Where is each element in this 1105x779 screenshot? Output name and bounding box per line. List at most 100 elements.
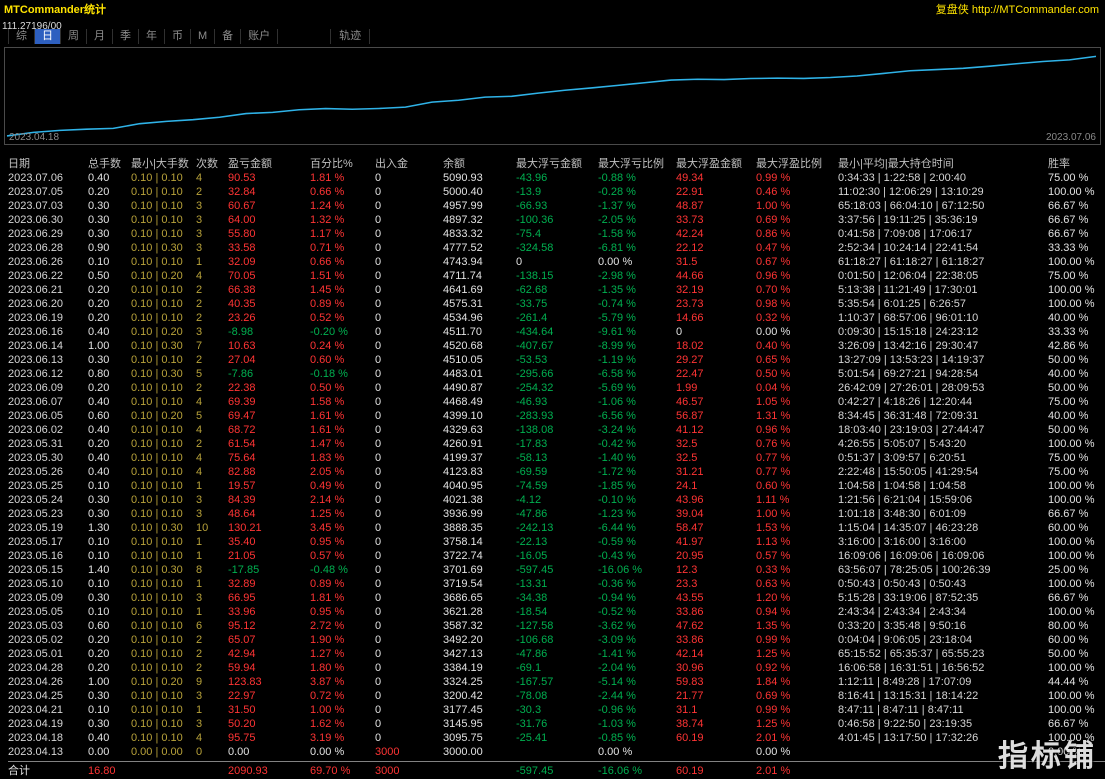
table-row[interactable]: 2023.05.23 0.30 0.10 | 0.10 3 48.64 1.25 % 0 39…: [8, 507, 1105, 521]
table-row[interactable]: 2023.05.05 0.10 0.10 | 0.10 1 33.96 0.95 % 0 36…: [8, 605, 1105, 619]
table-row[interactable]: 2023.05.26 0.40 0.10 | 0.10 4 82.88 2.05 % 0 41…: [8, 465, 1105, 479]
cell-win-rate: 80.00 %: [1048, 620, 1089, 632]
table-row[interactable]: 2023.05.10 0.10 0.10 | 0.10 1 32.89 0.89 % 0 37…: [8, 577, 1105, 591]
menu-tab-9[interactable]: 备: [215, 29, 242, 44]
cell-max-float-loss-pct: -1.41 %: [598, 648, 636, 660]
cell-win-rate: 40.00 %: [1048, 410, 1089, 422]
cell-balance: 3758.14: [443, 536, 483, 548]
table-row[interactable]: 2023.06.12 0.80 0.10 | 0.30 5 -7.86 -0.18 % 0 4…: [8, 367, 1105, 381]
table-row[interactable]: 2023.06.07 0.40 0.10 | 0.10 4 69.39 1.58 % 0 44…: [8, 395, 1105, 409]
cell-max-float-profit: 31.21: [676, 466, 704, 478]
table-row[interactable]: 2023.06.19 0.20 0.10 | 0.10 2 23.26 0.52 % 0 45…: [8, 311, 1105, 325]
table-row[interactable]: 2023.06.22 0.50 0.10 | 0.20 4 70.05 1.51 % 0 47…: [8, 269, 1105, 283]
table-row[interactable]: 2023.06.02 0.40 0.10 | 0.10 4 68.72 1.61 % 0 43…: [8, 423, 1105, 437]
table-row[interactable]: 2023.07.05 0.20 0.10 | 0.10 2 32.84 0.66 % 0 50…: [8, 185, 1105, 199]
total-max-float-loss: -597.45: [516, 765, 554, 777]
cell-max-float-profit: 31.5: [676, 256, 698, 268]
cell-total-lots: 0.10: [88, 480, 110, 492]
cell-pnl: 27.04: [228, 354, 256, 366]
col-header-win-rate[interactable]: 胜率: [1048, 157, 1105, 171]
table-row[interactable]: 2023.06.09 0.20 0.10 | 0.10 2 22.38 0.50 % 0 44…: [8, 381, 1105, 395]
cell-date: 2023.06.30: [8, 214, 64, 226]
col-header-count[interactable]: 次数: [196, 157, 228, 171]
table-row[interactable]: 2023.06.26 0.10 0.10 | 0.10 1 32.09 0.66 % 0 47…: [8, 255, 1105, 269]
table-row[interactable]: 2023.04.13 0.00 0.00 | 0.00 0 0.00 0.00 % 3000…: [8, 745, 1105, 759]
col-header-total-lots[interactable]: 总手数: [88, 157, 131, 171]
table-row[interactable]: 2023.05.09 0.30 0.10 | 0.10 3 66.95 1.81 % 0 36…: [8, 591, 1105, 605]
col-header-pct[interactable]: 百分比%: [310, 157, 375, 171]
cell-hold-time: 2:52:34 | 10:24:14 | 22:41:54: [838, 242, 979, 254]
menu-tab-10[interactable]: 账户: [241, 29, 279, 44]
cell-total-lots: 0.10: [88, 536, 110, 548]
col-header-cashflow[interactable]: 出入金: [375, 157, 443, 171]
table-row[interactable]: 2023.05.01 0.20 0.10 | 0.10 2 42.94 1.27 % 0 34…: [8, 647, 1105, 661]
menu-tab-4[interactable]: 月: [87, 29, 113, 44]
table-row[interactable]: 2023.06.14 1.00 0.10 | 0.30 7 10.63 0.24 % 0 45…: [8, 339, 1105, 353]
table-row[interactable]: 2023.06.29 0.30 0.10 | 0.10 3 55.80 1.17 % 0 48…: [8, 227, 1105, 241]
table-row[interactable]: 2023.04.21 0.10 0.10 | 0.10 1 31.50 1.00 % 0 31…: [8, 703, 1105, 717]
col-header-pnl[interactable]: 盈亏金额: [228, 157, 310, 171]
cell-balance: 4711.74: [443, 270, 482, 282]
col-header-min-max-lots[interactable]: 最小|大手数: [131, 157, 196, 171]
table-row[interactable]: 2023.06.13 0.30 0.10 | 0.10 2 27.04 0.60 % 0 45…: [8, 353, 1105, 367]
table-row[interactable]: 2023.04.19 0.30 0.10 | 0.10 3 50.20 1.62 % 0 31…: [8, 717, 1105, 731]
col-header-date[interactable]: 日期: [8, 157, 88, 171]
cell-max-float-loss-pct: -5.79 %: [598, 312, 636, 324]
menu-tab-6[interactable]: 年: [139, 29, 165, 44]
cell-min-max-lots: 0.10 | 0.10: [131, 648, 183, 660]
table-row[interactable]: 2023.06.16 0.40 0.10 | 0.20 3 -8.98 -0.20 % 0 4…: [8, 325, 1105, 339]
cell-pct: 0.89 %: [310, 578, 345, 590]
table-row[interactable]: 2023.05.25 0.10 0.10 | 0.10 1 19.57 0.49 % 0 40…: [8, 479, 1105, 493]
cell-max-float-loss: -13.9: [516, 186, 542, 198]
menu-tab-3[interactable]: 周: [61, 29, 87, 44]
table-row[interactable]: 2023.06.28 0.90 0.10 | 0.30 3 33.58 0.71 % 0 47…: [8, 241, 1105, 255]
table-row[interactable]: 2023.07.06 0.40 0.10 | 0.10 4 90.53 1.81 % 0 50…: [8, 171, 1105, 185]
cell-total-lots: 0.40: [88, 452, 110, 464]
col-header-max-float-loss-pct[interactable]: 最大浮亏比例: [598, 157, 676, 171]
cell-count: 2: [196, 662, 203, 674]
col-header-max-float-loss[interactable]: 最大浮亏金额: [516, 157, 598, 171]
cell-pct: 0.57 %: [310, 550, 345, 562]
menu-tabs: 综日周月季年币 M 备账户: [8, 29, 279, 44]
brand-link[interactable]: 复盘侠 http://MTCommander.com: [936, 1, 1099, 17]
menu-tab-5[interactable]: 季: [113, 29, 139, 44]
cell-pnl: 61.54: [228, 438, 256, 450]
table-row[interactable]: 2023.04.28 0.20 0.10 | 0.10 2 59.94 1.80 % 0 33…: [8, 661, 1105, 675]
cell-min-max-lots: 0.10 | 0.30: [131, 368, 183, 380]
cell-balance: 4260.91: [443, 438, 483, 450]
table-row[interactable]: 2023.05.24 0.30 0.10 | 0.10 3 84.39 2.14 % 0 40…: [8, 493, 1105, 507]
cell-count: 4: [196, 732, 203, 744]
table-row[interactable]: 2023.04.25 0.30 0.10 | 0.10 3 22.97 0.72 % 0 32…: [8, 689, 1105, 703]
menu-tab-trail[interactable]: 轨迹: [330, 29, 371, 44]
menu-tab-8[interactable]: M: [191, 29, 216, 44]
col-header-hold-time[interactable]: 最小|平均|最大持仓时间: [838, 157, 1048, 171]
menu-tab-7[interactable]: 币: [165, 29, 191, 44]
col-header-balance[interactable]: 余额: [443, 157, 516, 171]
table-row[interactable]: 2023.06.21 0.20 0.10 | 0.10 2 66.38 1.45 % 0 46…: [8, 283, 1105, 297]
table-row[interactable]: 2023.06.30 0.30 0.10 | 0.10 3 64.00 1.32 % 0 48…: [8, 213, 1105, 227]
table-row[interactable]: 2023.05.31 0.20 0.10 | 0.10 2 61.54 1.47 % 0 42…: [8, 437, 1105, 451]
table-row[interactable]: 2023.07.03 0.30 0.10 | 0.10 3 60.67 1.24 % 0 49…: [8, 199, 1105, 213]
menu-bar: 综日周月季年币 M 备账户 轨迹: [0, 28, 1105, 45]
table-row[interactable]: 2023.05.19 1.30 0.10 | 0.30 10 130.21 3.45 % 0…: [8, 521, 1105, 535]
col-header-max-float-profit-pct[interactable]: 最大浮盈比例: [756, 157, 838, 171]
table-row[interactable]: 2023.06.05 0.60 0.10 | 0.20 5 69.47 1.61 % 0 43…: [8, 409, 1105, 423]
cell-max-float-profit-pct: 1.00 %: [756, 200, 791, 212]
table-row[interactable]: 2023.06.20 0.20 0.10 | 0.10 2 40.35 0.89 % 0 45…: [8, 297, 1105, 311]
table-row[interactable]: 2023.04.18 0.40 0.10 | 0.10 4 95.75 3.19 % 0 30…: [8, 731, 1105, 745]
menu-tab-1[interactable]: 综: [8, 29, 35, 44]
cell-pnl: 59.94: [228, 662, 256, 674]
cell-pnl: 69.47: [228, 410, 256, 422]
table-row[interactable]: 2023.05.16 0.10 0.10 | 0.10 1 21.05 0.57 % 0 37…: [8, 549, 1105, 563]
table-row[interactable]: 2023.05.15 1.40 0.10 | 0.30 8 -17.85 -0.48 % 0…: [8, 563, 1105, 577]
table-row[interactable]: 2023.05.02 0.20 0.10 | 0.10 2 65.07 1.90 % 0 34…: [8, 633, 1105, 647]
col-header-max-float-profit[interactable]: 最大浮盈金额: [676, 157, 756, 171]
menu-tab-2[interactable]: 日: [35, 29, 61, 44]
cell-balance: 3719.54: [443, 578, 483, 590]
cell-hold-time: 16:09:06 | 16:09:06 | 16:09:06: [838, 550, 985, 562]
table-row[interactable]: 2023.05.17 0.10 0.10 | 0.10 1 35.40 0.95 % 0 37…: [8, 535, 1105, 549]
table-row[interactable]: 2023.04.26 1.00 0.10 | 0.20 9 123.83 3.87 % 0 3…: [8, 675, 1105, 689]
table-row[interactable]: 2023.05.03 0.60 0.10 | 0.10 6 95.12 2.72 % 0 35…: [8, 619, 1105, 633]
table-row[interactable]: 2023.05.30 0.40 0.10 | 0.10 4 75.64 1.83 % 0 41…: [8, 451, 1105, 465]
cell-max-float-loss: -261.4: [516, 312, 548, 324]
